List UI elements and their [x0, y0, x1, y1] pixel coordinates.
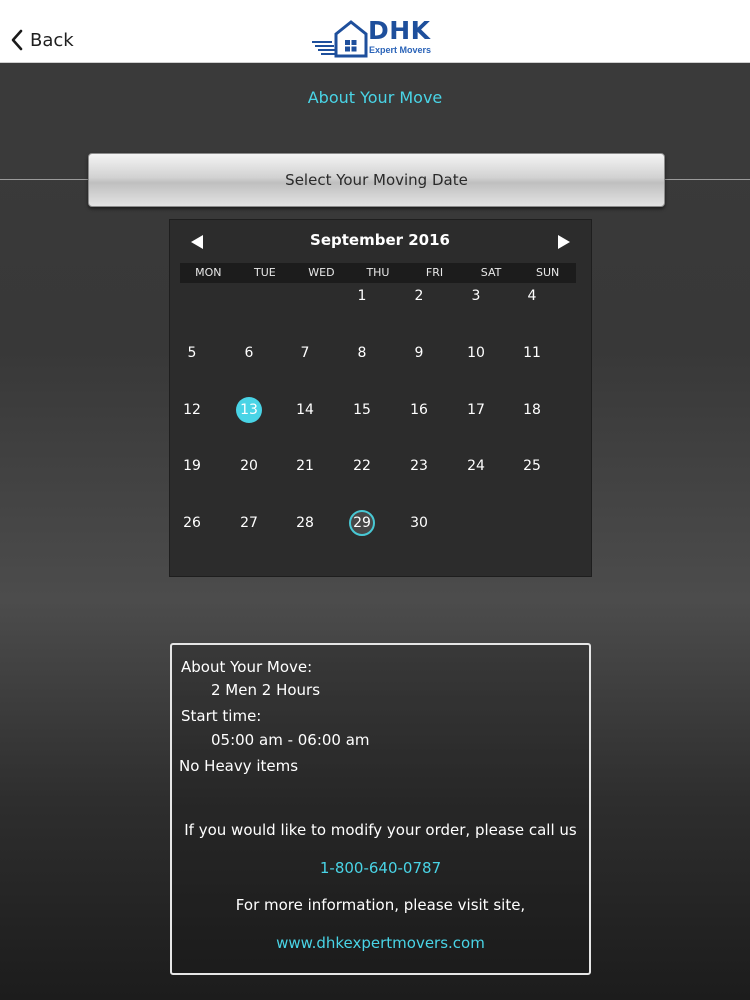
calendar-day-today[interactable]: 29: [349, 510, 375, 536]
calendar-day[interactable]: 15: [349, 397, 375, 423]
calendar-day[interactable]: 19: [179, 453, 205, 479]
calendar-day[interactable]: 16: [406, 397, 432, 423]
calendar-day[interactable]: 26: [179, 510, 205, 536]
calendar-day[interactable]: 28: [292, 510, 318, 536]
select-date-button[interactable]: Select Your Moving Date: [88, 153, 665, 207]
start-time-label: Start time:: [181, 707, 262, 725]
calendar-day[interactable]: 27: [236, 510, 262, 536]
crew-value: 2 Men 2 Hours: [211, 681, 321, 699]
calendar-day[interactable]: 1: [349, 283, 375, 309]
calendar-day[interactable]: 4: [519, 283, 545, 309]
company-logo: DHK Expert Movers: [312, 16, 442, 58]
modify-order-text: If you would like to modify your order, …: [184, 821, 577, 839]
website-link[interactable]: www.dhkexpertmovers.com: [172, 934, 589, 952]
house-logo-icon: [312, 20, 368, 58]
back-button[interactable]: Back: [10, 26, 74, 54]
calendar-day[interactable]: 23: [406, 453, 432, 479]
calendar-day[interactable]: 6: [236, 340, 262, 366]
calendar-day-selected[interactable]: 13: [236, 397, 262, 423]
page-title: About Your Move: [307, 88, 443, 107]
start-time-value: 05:00 am - 06:00 am: [211, 731, 370, 749]
calendar-day[interactable]: 8: [349, 340, 375, 366]
calendar-day[interactable]: 5: [179, 340, 205, 366]
about-move-label: About Your Move:: [181, 658, 313, 676]
chevron-left-icon: [11, 29, 23, 51]
calendar-day[interactable]: 14: [292, 397, 318, 423]
calendar-day[interactable]: 20: [236, 453, 262, 479]
calendar-day[interactable]: 10: [463, 340, 489, 366]
calendar-day[interactable]: 17: [463, 397, 489, 423]
calendar-day[interactable]: 9: [406, 340, 432, 366]
nav-bar: Back DHK Expert Movers: [0, 0, 750, 63]
calendar: September 2016 MON TUE WED THU FRI SAT S…: [170, 220, 591, 576]
calendar-day[interactable]: 21: [292, 453, 318, 479]
phone-link[interactable]: 1-800-640-0787: [172, 859, 589, 877]
back-label: Back: [30, 29, 74, 51]
logo-text: DHK: [368, 16, 431, 45]
more-info-text: For more information, please visit site,: [235, 896, 526, 914]
calendar-day[interactable]: 24: [463, 453, 489, 479]
heavy-items-value: No Heavy items: [179, 757, 299, 775]
move-summary-box: About Your Move: 2 Men 2 Hours Start tim…: [170, 643, 591, 975]
calendar-day[interactable]: 3: [463, 283, 489, 309]
calendar-days-grid: 1 2 3 4 5 6 7 8 9 10 11 12 13 14 15 16 17 18 19 20 21 22 23 24 2…: [170, 220, 591, 576]
calendar-day[interactable]: 2: [406, 283, 432, 309]
select-date-label: Select Your Moving Date: [285, 171, 468, 189]
calendar-day[interactable]: 30: [406, 510, 432, 536]
calendar-day[interactable]: 7: [292, 340, 318, 366]
logo-subtext: Expert Movers: [369, 45, 432, 55]
calendar-day[interactable]: 11: [519, 340, 545, 366]
calendar-day[interactable]: 22: [349, 453, 375, 479]
calendar-day[interactable]: 12: [179, 397, 205, 423]
calendar-day[interactable]: 25: [519, 453, 545, 479]
calendar-day[interactable]: 18: [519, 397, 545, 423]
